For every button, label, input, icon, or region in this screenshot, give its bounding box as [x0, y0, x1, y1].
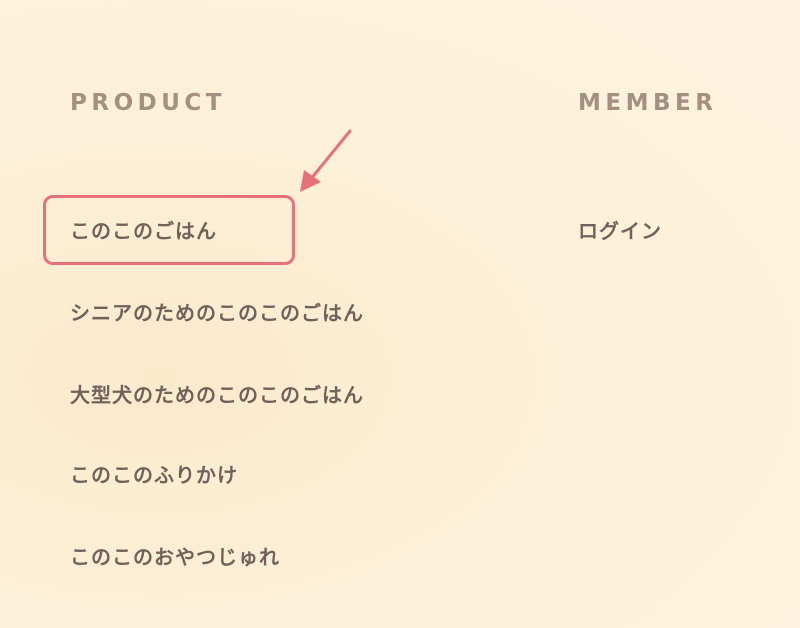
arrow-icon: [300, 129, 352, 192]
product-heading: PRODUCT: [70, 90, 226, 116]
member-heading: MEMBER: [578, 90, 718, 116]
link-oyatsu-jure[interactable]: このこのおやつじゅれ: [70, 541, 280, 570]
highlight-box: [43, 195, 295, 265]
link-login[interactable]: ログイン: [578, 215, 662, 244]
link-senior-gohan[interactable]: シニアのためのこのこのごはん: [70, 297, 364, 326]
link-large-dog-gohan[interactable]: 大型犬のためのこのこのごはん: [70, 379, 364, 408]
link-furikake[interactable]: このこのふりかけ: [70, 459, 238, 488]
